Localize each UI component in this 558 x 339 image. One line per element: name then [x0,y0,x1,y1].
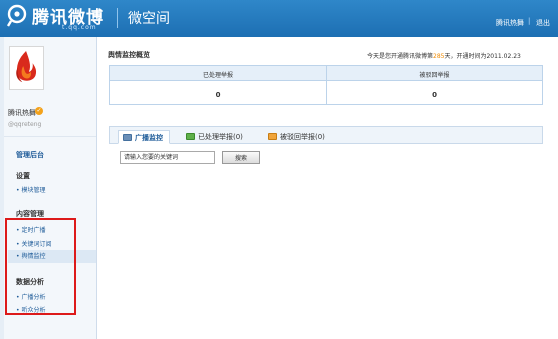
top-separator: | [528,17,531,25]
logout-link[interactable]: 退出 [536,18,550,28]
sidebar-divider [4,136,96,137]
tab-label: 被驳回举报(0) [280,133,325,141]
account-info: 今天是您开通腾讯微博第285天，开通时间为2011.02.23 [367,51,521,60]
sidebar-item-module-manage[interactable]: • 模块管理 [16,185,45,194]
profile-handle: @qqreteng [8,121,42,128]
tab-rejected-reports[interactable]: 被驳回举报(0) [268,130,325,144]
stats-label: 已处理举报 [202,72,233,79]
section-title[interactable]: 微空间 [128,8,170,28]
verified-icon: ✓ [35,107,43,115]
section-settings: 设置 [16,172,30,180]
page-title: 舆情监控概览 [108,51,150,59]
weibo-logo-icon[interactable] [5,3,29,27]
info-prefix: 今天是您开通腾讯微博第 [367,53,434,60]
main-panel: 舆情监控概览 今天是您开通腾讯微博第285天，开通时间为2011.02.23 已… [97,37,558,339]
avatar[interactable] [9,46,44,90]
stats-table: 已处理举报 0 被驳回举报 0 [109,65,543,105]
profile-name[interactable]: 腾讯热舞 [8,108,36,118]
tabs-bar: 广播监控 已处理举报(0) 被驳回举报(0) [109,126,543,144]
stats-value: 0 [432,91,437,99]
tab-label: 广播监控 [135,134,163,142]
tab-label: 已处理举报(0) [198,133,243,141]
top-user-link[interactable]: 腾讯热舞 [496,18,524,28]
search-button[interactable]: 搜索 [222,151,260,164]
checked-report-icon [186,133,195,140]
tab-processed-reports[interactable]: 已处理举报(0) [186,130,243,144]
stats-col-rejected: 被驳回举报 0 [326,66,542,104]
keyword-search-input[interactable] [120,151,215,164]
highlight-box [5,218,76,315]
days-count: 285 [433,53,445,60]
logo-sub: t.qq.com [62,24,97,31]
flame-logo-icon [16,51,37,83]
menu-title[interactable]: 管理后台 [16,150,44,160]
info-suffix: 天，开通时间为2011.02.23 [444,53,521,60]
stats-label: 被驳回举报 [419,72,450,79]
monitor-icon [123,134,132,141]
logo-divider [117,8,118,28]
top-bar: 腾讯微博 t.qq.com 微空间 腾讯热舞 | 退出 [0,0,558,37]
tab-broadcast-monitor[interactable]: 广播监控 [118,130,170,144]
stats-value: 0 [215,91,221,99]
rejected-report-icon [268,133,277,140]
stats-col-processed: 已处理举报 0 [110,66,326,104]
